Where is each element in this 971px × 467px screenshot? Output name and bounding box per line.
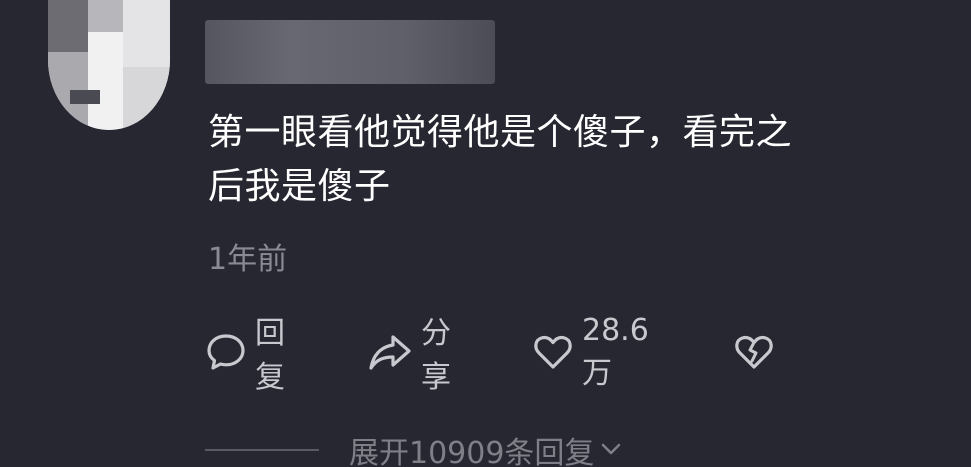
divider-line (205, 449, 319, 451)
comment-text-line-1: 第一眼看他觉得他是个傻子，看完之 (208, 112, 793, 153)
comment-icon (205, 331, 247, 373)
comment-text: 第一眼看他觉得他是个傻子，看完之 后我是傻子 (208, 106, 908, 214)
comment-card: 第一眼看他觉得他是个傻子，看完之 后我是傻子 1年前 回复 分享 28.6万 展… (0, 0, 971, 467)
chevron-down-icon (600, 433, 622, 467)
reply-button[interactable]: 回复 (205, 316, 285, 395)
broken-heart-icon (733, 331, 775, 373)
share-arrow-icon (367, 331, 413, 373)
share-label: 分享 (421, 316, 451, 395)
like-count: 28.6万 (582, 312, 649, 391)
expand-replies-label: 展开10909条回复 (349, 436, 595, 467)
dislike-button[interactable] (733, 326, 775, 378)
reply-label: 回复 (255, 316, 285, 395)
username-blurred[interactable] (205, 20, 495, 84)
avatar[interactable] (48, 0, 170, 130)
like-button[interactable]: 28.6万 (532, 313, 649, 391)
comment-timestamp: 1年前 (208, 242, 288, 277)
heart-icon (532, 331, 574, 373)
expand-replies-button[interactable]: 展开10909条回复 (205, 428, 622, 467)
comment-text-line-2: 后我是傻子 (208, 166, 391, 207)
share-button[interactable]: 分享 (367, 316, 451, 395)
